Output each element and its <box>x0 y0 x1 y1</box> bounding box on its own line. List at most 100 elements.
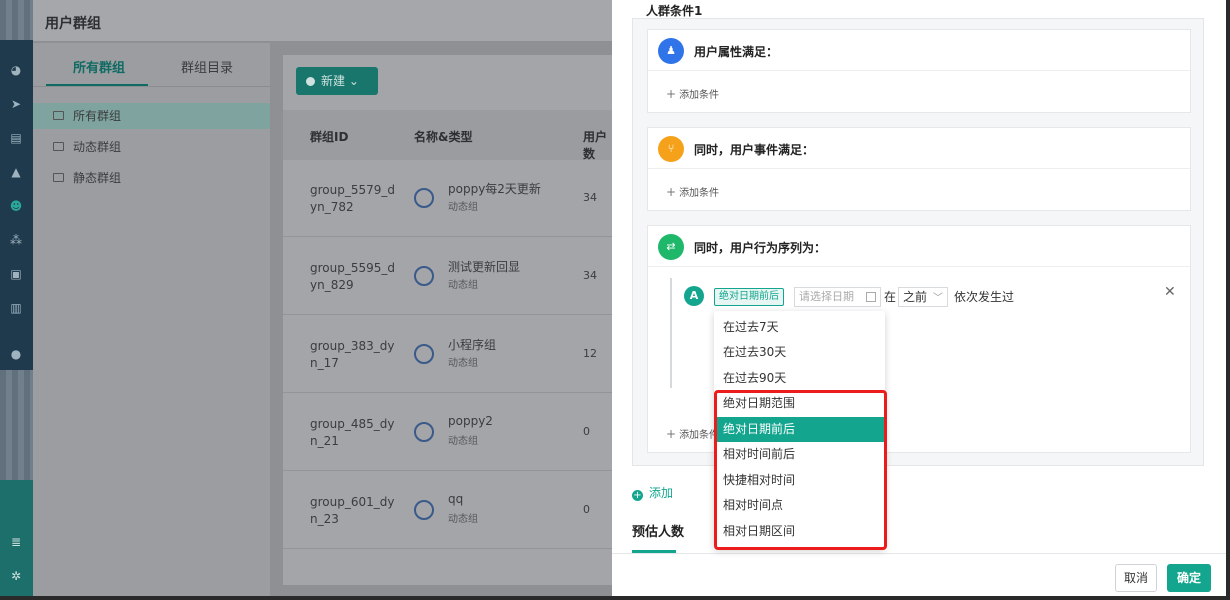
cell-group-type: 动态组 <box>448 436 478 447</box>
dynamic-group-icon <box>414 344 434 364</box>
cell-group-id: group_5579_dyn_782 <box>310 183 396 214</box>
page-header: 用户群组 <box>33 0 613 42</box>
cell-user-count: 12 <box>583 347 597 360</box>
dropdown-option[interactable]: 在过去7天 <box>714 315 885 340</box>
settings-icon[interactable]: ✲ <box>8 568 24 584</box>
cell-group-type: 动态组 <box>448 358 478 369</box>
group-sidepanel: 所有群组 群组目录 所有群组 动态群组 静态群组 <box>33 43 270 600</box>
add-condition-link[interactable]: + 添加条件 <box>666 426 719 441</box>
close-icon[interactable]: ✕ <box>1164 284 1176 300</box>
add-label: 添加 <box>649 486 674 500</box>
happened-label: 依次发生过 <box>954 290 1015 304</box>
dynamic-group-icon <box>414 266 434 286</box>
tree-item-all[interactable]: 所有群组 <box>33 103 270 129</box>
card-title: 同时，用户事件满足： <box>694 143 815 157</box>
drawer-body: 人群条件1 ♟ 用户属性满足： + 添加条件 ⑂ 同时，用户事件满足： + 添加条件… <box>612 0 1226 553</box>
bar-chart-icon[interactable]: ▥ <box>8 300 24 316</box>
card-title: 用户属性满足： <box>694 45 779 59</box>
table-header: 群组ID 名称&类型 用户数 <box>283 110 613 161</box>
tree-item-static[interactable]: 静态群组 <box>33 165 270 191</box>
plus-icon: + <box>632 490 643 501</box>
cell-group-type: 动态组 <box>448 514 478 525</box>
add-condition-link[interactable]: + 添加条件 <box>666 184 719 199</box>
cancel-button[interactable]: 取消 <box>1115 564 1157 592</box>
table-row[interactable]: group_383_dyn_17 小程序组 动态组 12 <box>283 316 613 393</box>
user-attribute-icon: ♟ <box>658 38 684 64</box>
dropdown-option[interactable]: 在过去90天 <box>714 366 885 391</box>
cluster-icon[interactable]: ⁂ <box>8 232 24 248</box>
folder-icon <box>53 111 64 120</box>
blurred-nav-area <box>0 370 33 480</box>
cell-group-name: qq <box>448 492 464 506</box>
new-button-label: 新建 <box>321 74 346 88</box>
add-condition-link[interactable]: + 添加条件 <box>666 86 719 101</box>
blurred-logo <box>0 0 33 40</box>
table-row[interactable]: group_485_dyn_21 poppy2 动态组 0 <box>283 394 613 471</box>
cell-group-type: 动态组 <box>448 202 478 213</box>
bookmark-icon[interactable]: ▣ <box>8 266 24 282</box>
user-icon[interactable]: ▲ <box>8 164 24 180</box>
add-condition-group-button[interactable]: + 添加 <box>632 484 673 501</box>
cell-user-count: 0 <box>583 425 590 438</box>
user-event-card: ⑂ 同时，用户事件满足： + 添加条件 <box>647 127 1191 211</box>
table-row[interactable]: group_5579_dyn_782 poppy每2天更新 动态组 34 <box>283 160 613 237</box>
left-nav: ◕ ➤ ▤ ▲ ☻ ⁂ ▣ ▥ ● ≣ ✲ <box>0 0 33 600</box>
page-title: 用户群组 <box>45 16 101 32</box>
background-page: 用户群组 所有群组 群组目录 所有群组 动态群组 静态群组 新建 ⌄ 群组ID … <box>33 0 613 600</box>
calendar-icon <box>866 292 876 302</box>
time-mode-tag[interactable]: 绝对日期前后 <box>714 288 784 306</box>
tab-all-groups[interactable]: 所有群组 <box>73 57 125 76</box>
cell-group-id: group_601_dyn_23 <box>310 495 395 526</box>
annotation-highlight-box <box>714 390 887 550</box>
add-condition-label: 添加条件 <box>679 188 720 199</box>
th-user-count: 用户数 <box>583 130 608 161</box>
cell-group-name: poppy每2天更新 <box>448 182 541 196</box>
table-row[interactable]: group_5595_dyn_829 测试更新回显 动态组 34 <box>283 238 613 315</box>
estimate-heading: 预估人数 <box>632 525 685 540</box>
condition-title: 人群条件1 <box>646 4 703 18</box>
window-edge <box>0 596 1230 600</box>
drawer-footer: 取消 确定 <box>612 553 1226 596</box>
sequence-icon: ⇄ <box>658 234 684 260</box>
tab-group-directory[interactable]: 群组目录 <box>181 57 233 76</box>
dynamic-group-icon <box>414 422 434 442</box>
plus-icon <box>306 77 315 86</box>
send-icon[interactable]: ➤ <box>8 96 24 112</box>
chat-icon[interactable]: ● <box>8 346 24 362</box>
window-edge <box>1226 0 1230 600</box>
tree-item-label: 动态群组 <box>73 140 122 154</box>
th-group-id: 群组ID <box>310 130 349 144</box>
folder-icon <box>53 173 64 182</box>
date-placeholder: 请选择日期 <box>799 290 854 303</box>
card-header: ⑂ 同时，用户事件满足： <box>648 128 1190 169</box>
user-group-icon[interactable]: ☻ <box>8 198 24 214</box>
date-picker-input[interactable]: 请选择日期 <box>794 287 881 307</box>
cell-group-type: 动态组 <box>448 280 478 291</box>
dashboard-icon[interactable]: ◕ <box>8 62 24 78</box>
cell-group-id: group_5595_dyn_829 <box>310 261 396 292</box>
dynamic-group-icon <box>414 500 434 520</box>
group-table-area: 新建 ⌄ 群组ID 名称&类型 用户数 group_5579_dyn_782 p… <box>283 55 613 585</box>
tree-item-dynamic[interactable]: 动态群组 <box>33 134 270 160</box>
user-event-icon: ⑂ <box>658 136 684 162</box>
before-select[interactable]: 之前 ﹀ <box>898 287 948 307</box>
cell-user-count: 0 <box>583 503 590 516</box>
server-icon[interactable]: ≣ <box>8 534 24 550</box>
cell-group-name: 小程序组 <box>448 338 497 352</box>
cell-user-count: 34 <box>583 269 597 282</box>
th-name-type[interactable]: 名称&类型 <box>414 128 472 145</box>
cell-group-name: 测试更新回显 <box>448 260 521 274</box>
new-button[interactable]: 新建 ⌄ <box>296 67 378 95</box>
cell-group-name: poppy2 <box>448 414 493 428</box>
card-header: ♟ 用户属性满足： <box>648 30 1190 71</box>
before-select-value: 之前 <box>903 290 928 304</box>
cell-user-count: 34 <box>583 191 597 204</box>
table-row[interactable]: group_601_dyn_23 qq 动态组 0 <box>283 472 613 549</box>
sequence-line <box>670 278 672 388</box>
layout-icon[interactable]: ▤ <box>8 130 24 146</box>
chevron-down-icon: ﹀ <box>933 293 943 304</box>
confirm-button[interactable]: 确定 <box>1167 564 1211 592</box>
dropdown-option[interactable]: 在过去30天 <box>714 340 885 365</box>
dynamic-group-icon <box>414 188 434 208</box>
cell-group-id: group_383_dyn_17 <box>310 339 395 370</box>
